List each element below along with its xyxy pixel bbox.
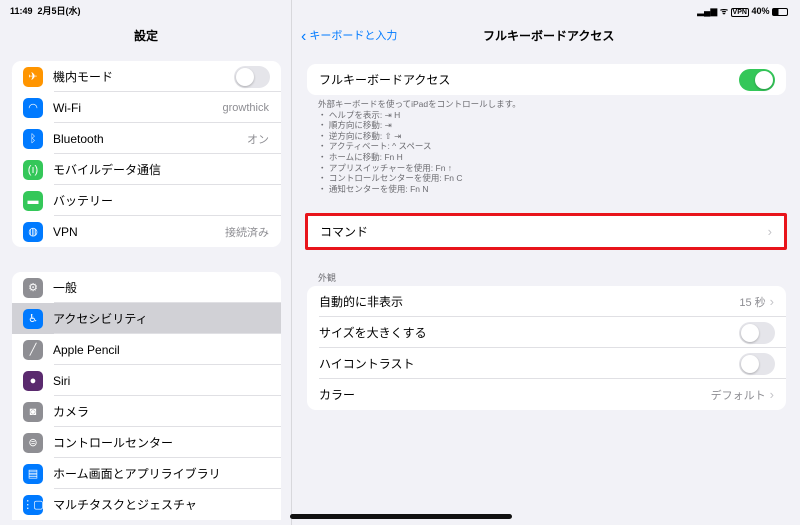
multitask-icon: ⋮▢ [22, 494, 44, 515]
status-date: 2月5日(水) [37, 6, 81, 16]
sidebar-item[interactable]: ● Siri [12, 365, 281, 396]
sidebar-item[interactable]: ▤ ホーム画面とアプリライブラリ [12, 458, 281, 489]
battery-percent: 40% [751, 6, 770, 16]
sidebar-item[interactable]: ╱ Apple Pencil [12, 334, 281, 365]
pencil-icon: ╱ [23, 339, 43, 360]
vpn-badge: VPN [730, 8, 749, 17]
sidebar-item[interactable]: ᛒ Bluetooth オン [12, 123, 281, 154]
appearance-group: 自動的に非表示 15 秒 › サイズを大きくする ハイコントラスト カラー デフォルト › [307, 286, 786, 410]
shortcut-item: ・ 逆方向に移動: ⇧ ⇥ [318, 130, 402, 141]
description: 外部キーボードを使ってiPadをコントロールします。 ・ ヘルプを表示: ⇥ H… [318, 99, 521, 194]
chevron-left-icon: ‹ [301, 28, 307, 45]
airplane-icon: ✈ [23, 66, 43, 87]
shortcut-item: ・ ホームに移動: Fn H [318, 151, 403, 162]
settings-group-connectivity: ✈ 機内モード ◠ Wi-Fi growthick ᛒ Bluetooth オン (ı) モバイル… [12, 61, 281, 247]
chevron-right-icon: › [769, 387, 774, 402]
gear-icon: ⚙ [23, 277, 43, 298]
sidebar-item[interactable]: ⚙ 一般 [12, 272, 281, 303]
wifi-icon: ◠ [23, 97, 43, 118]
page-title: フルキーボードアクセス [483, 29, 615, 43]
appearance-row[interactable]: ハイコントラスト [307, 348, 786, 379]
battery-icon [772, 7, 788, 16]
shortcut-item: ・ 順方向に移動: ⇥ [318, 120, 392, 131]
sidebar-item[interactable]: ⋮▢ マルチタスクとジェスチャ [12, 489, 281, 520]
sidebar-item[interactable]: ◠ Wi-Fi growthick [12, 92, 281, 123]
sidebar-item[interactable]: ⊜ コントロールセンター [12, 427, 281, 458]
appearance-row[interactable]: 自動的に非表示 15 秒 › [307, 286, 786, 317]
switches-icon: ⊜ [23, 432, 43, 453]
settings-group-general: ⚙ 一般 ♿ アクセシビリティ ╱ Apple Pencil ● Siri ◙ カメラ ⊜ コントロー… [12, 272, 281, 520]
home-screen-icon: ▤ [23, 463, 43, 484]
camera-icon: ◙ [23, 401, 43, 422]
sidebar-item[interactable]: ✈ 機内モード [12, 61, 281, 92]
detail-pane: ▂▄▆ ᯤ VPN 40% ‹ キーボードと入力 フルキーボードアクセス フルキ… [293, 0, 800, 525]
sidebar-item[interactable]: ◙ カメラ [12, 396, 281, 427]
chevron-right-icon: › [767, 224, 772, 239]
bluetooth-icon: ᛒ [23, 128, 43, 149]
appearance-row[interactable]: カラー デフォルト › [307, 379, 786, 410]
full-keyboard-access-row: フルキーボードアクセス [307, 64, 786, 95]
toggle[interactable] [739, 321, 775, 344]
back-button[interactable]: ‹ キーボードと入力 [301, 27, 397, 46]
sidebar-item[interactable]: (ı) モバイルデータ通信 [12, 154, 281, 185]
commands-row[interactable]: コマンド › [308, 216, 784, 247]
shortcut-item: ・ アクティベート: ^ スペース [318, 141, 432, 152]
sidebar-title: 設定 [133, 29, 158, 43]
chevron-right-icon: › [769, 294, 774, 309]
appearance-row[interactable]: サイズを大きくする [307, 317, 786, 348]
sidebar: 11:49 2月5日(水) 設定 ✈ 機内モード ◠ Wi-Fi growthick ᛒ B… [0, 0, 292, 525]
shortcut-item: ・ コントロールセンターを使用: Fn C [318, 173, 463, 184]
full-keyboard-access-toggle[interactable] [739, 68, 775, 91]
shortcut-item: ・ 通知センターを使用: Fn N [318, 183, 429, 194]
toggle[interactable] [234, 65, 270, 88]
toggle[interactable] [739, 352, 775, 375]
section-header-appearance: 外観 [318, 273, 337, 283]
sidebar-item[interactable]: ◍ VPN 接続済み [12, 216, 281, 247]
siri-icon: ● [23, 370, 43, 391]
antenna-icon: (ı) [23, 159, 43, 180]
home-indicator[interactable] [290, 514, 512, 519]
sidebar-item[interactable]: ▬ バッテリー [12, 185, 281, 216]
accessibility-icon: ♿ [23, 308, 43, 329]
shortcut-item: ・ ヘルプを表示: ⇥ H [318, 109, 401, 120]
sidebar-item[interactable]: ♿ アクセシビリティ [12, 303, 281, 334]
globe-icon: ◍ [23, 221, 43, 242]
commands-highlight: コマンド › [305, 213, 787, 250]
status-time: 11:49 [10, 6, 33, 16]
battery-icon: ▬ [23, 190, 43, 211]
shortcut-item: ・ アプリスイッチャーを使用: Fn ↑ [318, 162, 453, 173]
